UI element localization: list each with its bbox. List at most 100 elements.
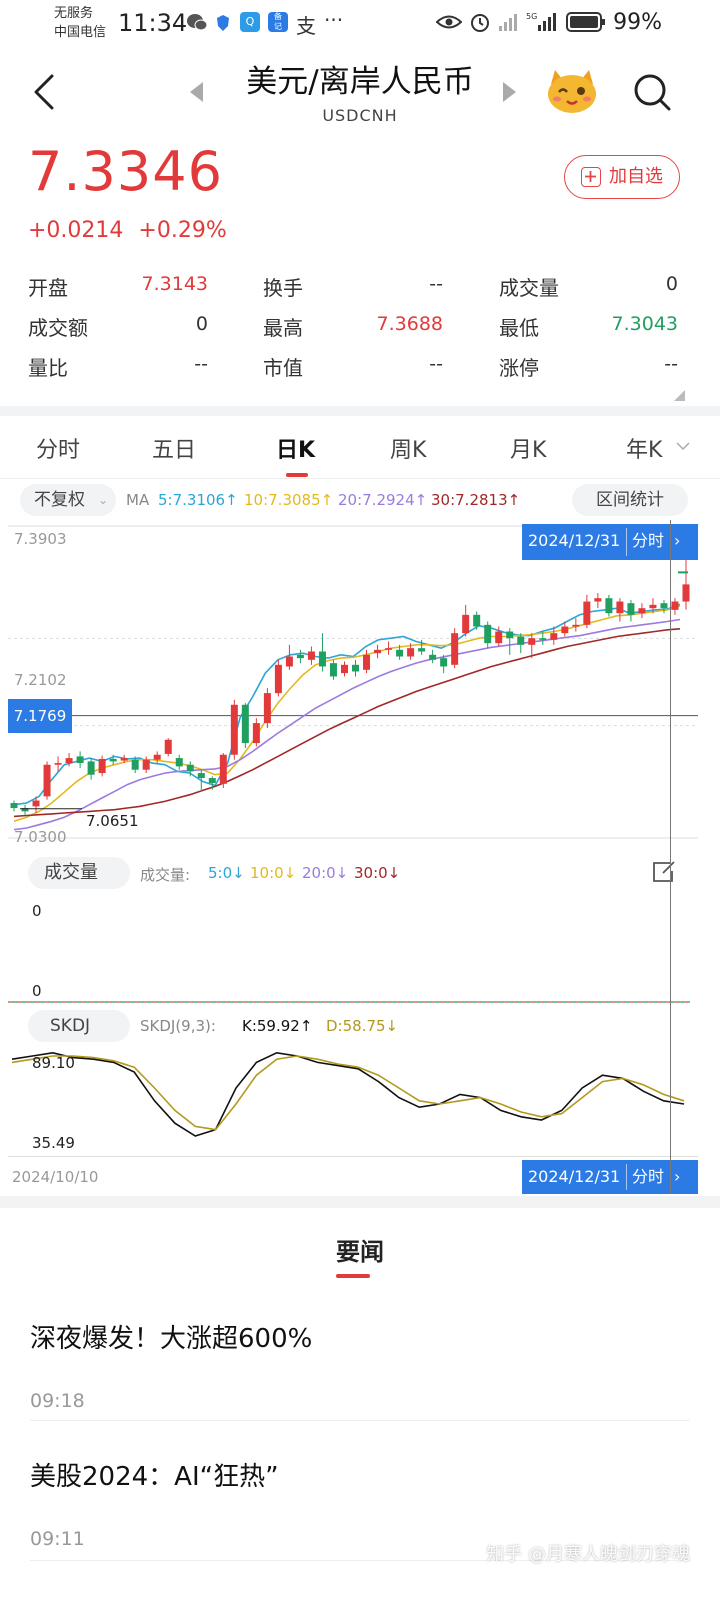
status-bar: 无服务 中国电信 11:34 Q 备记 支 ··· 5G 99% <box>0 0 720 50</box>
chevron-down-icon: ⌄ <box>97 493 108 507</box>
expand-corner-icon[interactable] <box>672 388 686 402</box>
candle-body <box>616 601 624 614</box>
candle-body <box>153 754 161 760</box>
notes-app-icon: 备记 <box>268 12 288 32</box>
edit-icon[interactable] <box>650 860 676 884</box>
wechat-icon <box>187 14 208 31</box>
carrier-line2: 中国电信 <box>54 25 107 40</box>
news-heading: 要闻 <box>336 1238 384 1266</box>
adjust-label: 不复权 <box>34 490 85 510</box>
candle-body <box>340 664 348 674</box>
stat-value: 0 <box>195 313 208 335</box>
stat-value: 7.3688 <box>376 313 443 335</box>
candle-body <box>65 758 73 764</box>
candle-body <box>87 761 95 775</box>
tab-0[interactable]: 分时 <box>36 432 80 464</box>
skdj-axis-top: 89.10 <box>32 1054 75 1072</box>
stat-label: 成交额 <box>28 316 88 340</box>
stat-label: 最低 <box>499 316 539 340</box>
intraday-link: 分时 <box>632 1167 665 1186</box>
tab-1[interactable]: 五日 <box>152 432 196 464</box>
news-item-title[interactable]: 美股2024：AI“狂热” <box>30 1456 279 1493</box>
candle-body <box>418 648 426 652</box>
candle-body <box>506 631 514 639</box>
crosshair-date-box[interactable]: 2024/12/31 分时 › <box>522 524 698 560</box>
tab-2[interactable]: 日K <box>276 432 315 464</box>
candle-body <box>98 758 106 774</box>
ma20-value: 20:7.2924↑ <box>338 491 428 509</box>
candle-body <box>671 601 679 610</box>
adjust-selector[interactable]: 不复权 ⌄ <box>20 484 116 516</box>
candle-body <box>473 614 481 627</box>
candle-body <box>627 603 635 615</box>
mascot-icon[interactable] <box>545 66 599 116</box>
candle-body <box>517 636 525 645</box>
candle-body <box>594 598 602 602</box>
stat-value: -- <box>664 353 678 375</box>
date-axis-box[interactable]: 2024/12/31 分时 › <box>522 1160 698 1194</box>
skdj-chart[interactable] <box>0 1044 720 1160</box>
candle-body <box>32 800 40 807</box>
zero-dashed-line <box>8 1001 690 1003</box>
tab-5[interactable]: 年K <box>626 432 662 464</box>
candle-body <box>385 648 393 650</box>
volume-ma20: 20:0↓ <box>302 864 349 882</box>
status-time: 11:34 <box>118 9 188 37</box>
crosshair-price: 7.1769 <box>8 699 72 733</box>
stat-label: 涨停 <box>499 356 539 380</box>
ma30-value: 30:7.2813↑ <box>431 491 521 509</box>
skdj-d-value: D:58.75↓ <box>326 1017 399 1035</box>
tabs-separator <box>0 478 720 479</box>
date-axis-line <box>8 1156 698 1157</box>
tab-4[interactable]: 月K <box>510 432 546 464</box>
ma-line-ma5 <box>13 603 681 806</box>
candle-body <box>329 663 337 677</box>
app-screen: 无服务 中国电信 11:34 Q 备记 支 ··· 5G 99% 美元/离岸人民… <box>0 0 720 1600</box>
stat-label: 换手 <box>263 276 303 300</box>
news-item-time: 09:11 <box>30 1528 85 1550</box>
candle-body <box>528 638 536 645</box>
volume-ma30: 30:0↓ <box>354 864 401 882</box>
stat-label: 开盘 <box>28 276 68 300</box>
candle-body <box>440 658 448 667</box>
stat-label: 最高 <box>263 316 303 340</box>
svg-text:5G: 5G <box>526 12 537 21</box>
more-dots-icon: ··· <box>324 8 344 32</box>
volume-ma5: 5:0↓ <box>208 864 245 882</box>
candle-body <box>241 704 249 744</box>
volume-selector[interactable]: 成交量 <box>28 857 130 889</box>
candle-body <box>550 633 558 640</box>
stat-label: 成交量 <box>499 276 559 300</box>
section-divider <box>0 1196 720 1208</box>
candle-body <box>352 664 360 672</box>
box-divider <box>626 1164 627 1190</box>
candle-body <box>219 754 227 784</box>
range-stats-button[interactable]: 区间统计 <box>572 484 688 516</box>
candle-body <box>429 654 437 660</box>
tab-3[interactable]: 周K <box>390 432 426 464</box>
chevron-right-icon: › <box>674 531 681 550</box>
candle-body <box>605 598 613 614</box>
ma-line-ma20 <box>13 618 681 831</box>
candle-body <box>263 693 271 724</box>
add-watchlist-button[interactable]: 加自选 <box>564 155 680 199</box>
battery-icon <box>566 12 605 32</box>
price-axis-top: 7.3903 <box>14 530 67 548</box>
candle-body <box>197 773 205 779</box>
eye-icon <box>436 15 462 29</box>
skdj-label: SKDJ(9,3): <box>140 1017 216 1035</box>
indicator-selector[interactable]: SKDJ <box>28 1010 130 1042</box>
candle-body <box>296 654 304 659</box>
chevron-down-icon[interactable] <box>676 441 690 451</box>
crosshair-date: 2024/12/31 <box>528 531 621 550</box>
candle-body <box>252 723 260 744</box>
search-app-icon: Q <box>240 12 260 32</box>
search-icon[interactable] <box>630 70 674 114</box>
stat-value: -- <box>194 353 208 375</box>
signal-icon <box>499 14 517 31</box>
candle-body <box>43 764 51 797</box>
candle-body <box>54 763 62 765</box>
news-item-title[interactable]: 深夜爆发！大涨超600% <box>30 1318 312 1355</box>
kline-chart[interactable] <box>0 520 720 860</box>
volume-axis-top: 0 <box>32 902 42 920</box>
